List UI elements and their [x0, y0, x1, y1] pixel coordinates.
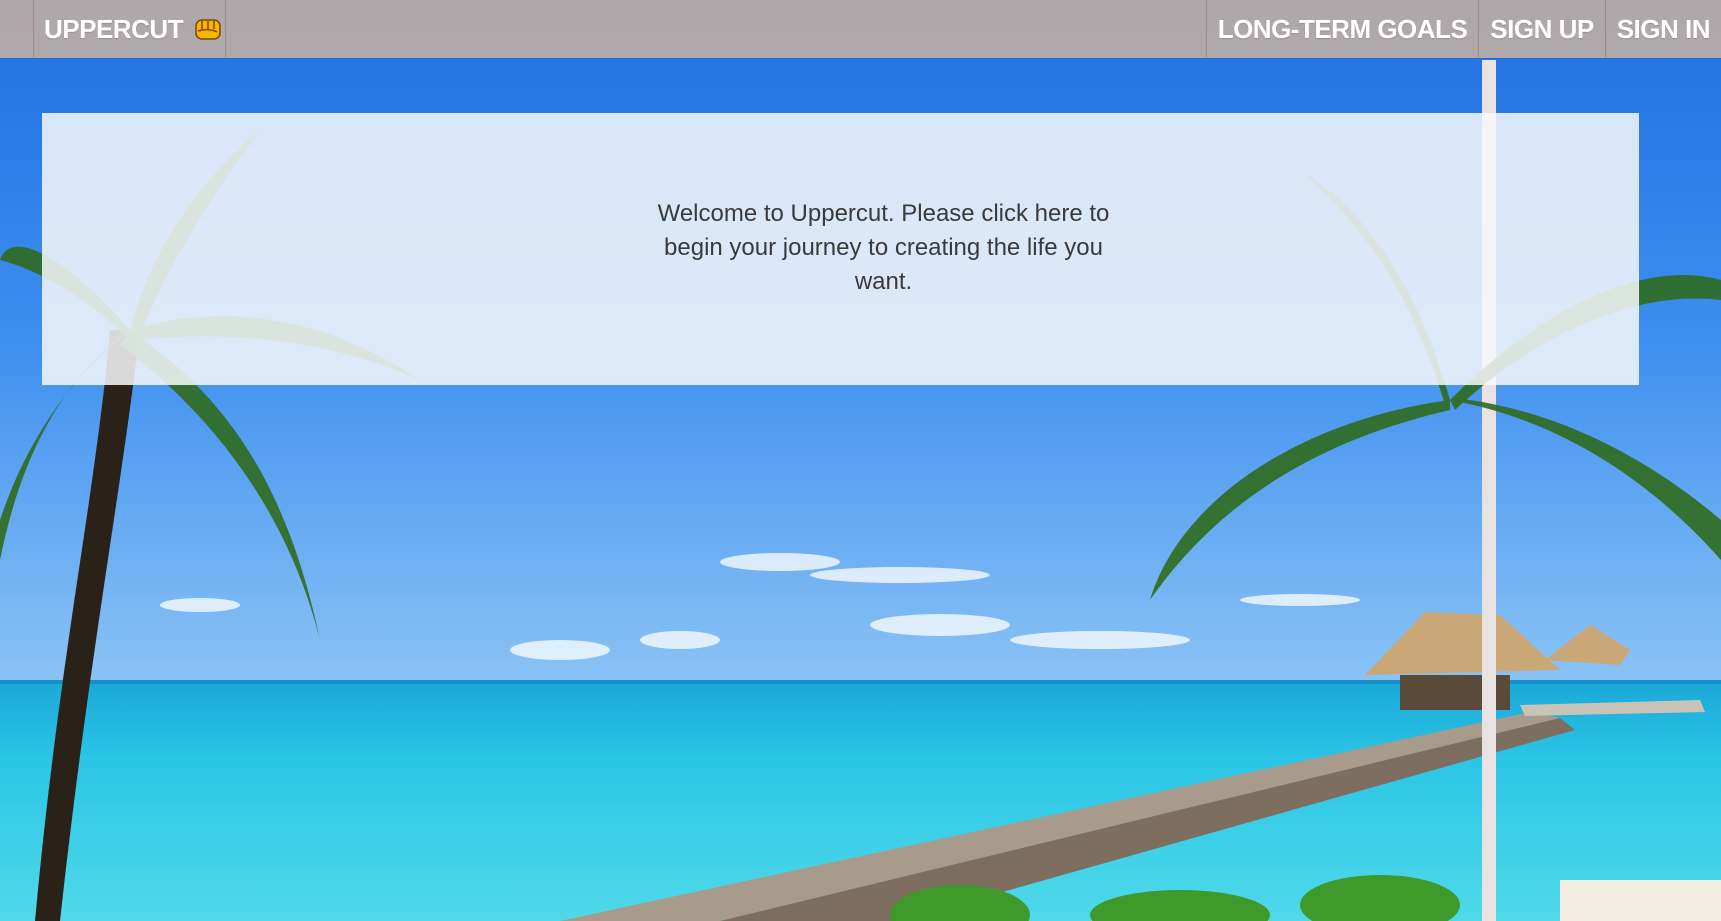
- brand-logo-link[interactable]: UPPERCUT: [33, 0, 226, 58]
- fist-emoji-icon: [195, 19, 221, 40]
- nav-links: LONG-TERM GOALS SIGN UP SIGN IN: [1205, 0, 1721, 58]
- top-navbar: UPPERCUT LONG-TERM GOALS SIGN UP SIGN IN: [0, 0, 1721, 58]
- nav-link-long-term-goals[interactable]: LONG-TERM GOALS: [1205, 0, 1479, 58]
- nav-link-sign-in[interactable]: SIGN IN: [1604, 0, 1721, 58]
- welcome-panel: Welcome to Uppercut. Please click here t…: [42, 113, 1639, 385]
- welcome-message-link[interactable]: Welcome to Uppercut. Please click here t…: [642, 197, 1125, 299]
- nav-link-sign-up[interactable]: SIGN UP: [1478, 0, 1604, 58]
- brand-name: UPPERCUT: [44, 13, 184, 44]
